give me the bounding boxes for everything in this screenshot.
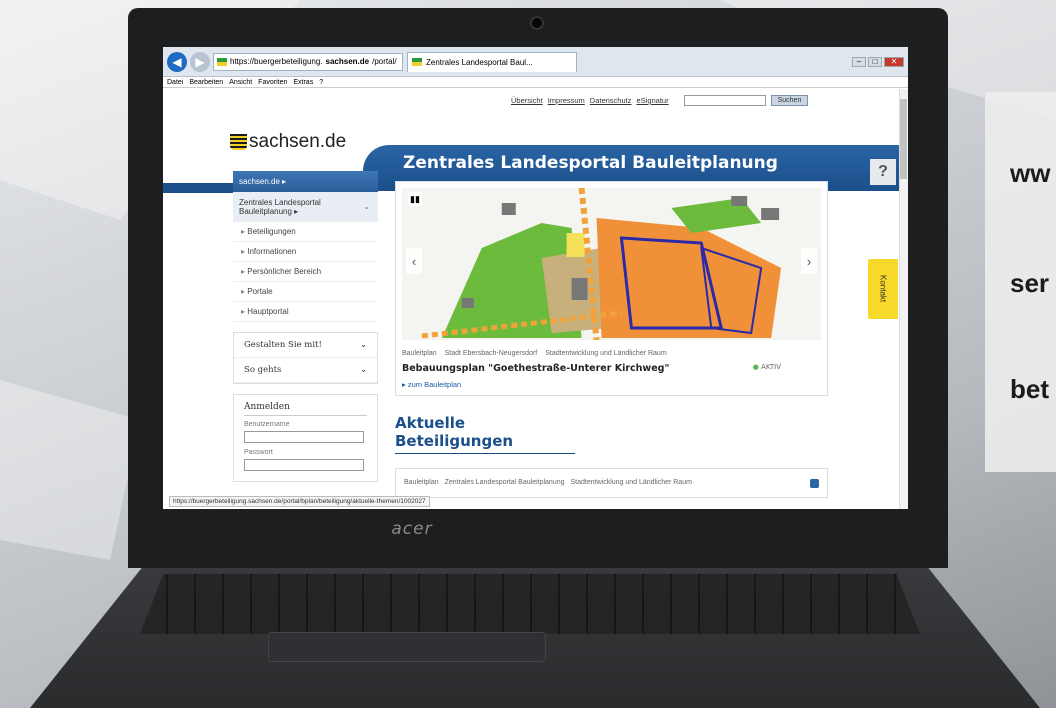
- site-header: sachsen.de Zentrales Landesportal Baulei…: [163, 111, 908, 193]
- status-badge: AKTIV: [753, 363, 781, 374]
- menu-file[interactable]: Datei: [167, 79, 183, 86]
- section-title: Aktuelle Beteiligungen: [395, 414, 575, 454]
- feature-meta: Bauleitplan Stadt Ebersbach-Neugersdorf …: [402, 350, 821, 357]
- url-prefix: https://buergerbeteiligung.: [230, 57, 323, 66]
- site-logo[interactable]: sachsen.de: [230, 131, 346, 153]
- menu-edit[interactable]: Bearbeiten: [189, 79, 223, 86]
- zum-bauleitplan-link[interactable]: zum Bauleitplan: [402, 380, 821, 389]
- feature-title[interactable]: Bebauungsplan "Goethestraße-Unterer Kirc…: [402, 363, 669, 374]
- touchpad: [268, 632, 546, 662]
- feature-title-row: Bebauungsplan "Goethestraße-Unterer Kirc…: [402, 363, 821, 374]
- chevron-down-icon: ⌄: [363, 202, 370, 211]
- screen: ◀ ▶ https://buergerbeteiligung. sachsen.d…: [163, 47, 908, 509]
- kontakt-tab[interactable]: Kontakt: [868, 259, 898, 319]
- card-meta-type: Bauleitplan: [404, 479, 439, 486]
- search-input[interactable]: [683, 95, 766, 106]
- help-button[interactable]: ?: [870, 159, 896, 185]
- webcam: [530, 16, 544, 30]
- menu-favorites[interactable]: Favoriten: [258, 79, 287, 86]
- sidebar-item-beteiligungen[interactable]: Beteiligungen: [233, 222, 378, 242]
- username-label: Benutzername: [244, 421, 290, 428]
- meta-city: Stadt Ebersbach-Neugersdorf: [444, 350, 538, 357]
- chevron-down-icon: ⌄: [359, 365, 367, 375]
- forward-button[interactable]: ▶: [190, 51, 210, 72]
- sidebar-item-hauptportal[interactable]: Hauptportal: [233, 302, 378, 322]
- close-icon[interactable]: ✕: [884, 56, 904, 67]
- card-meta-org: Zentrales Landesportal Bauleitplanung: [444, 479, 565, 486]
- browser-tabbar: ◀ ▶ https://buergerbeteiligung. sachsen.d…: [163, 47, 908, 77]
- window-controls: – □ ✕: [852, 56, 904, 67]
- username-field[interactable]: [244, 430, 364, 443]
- scrollbar[interactable]: [899, 89, 908, 509]
- prev-arrow-icon[interactable]: ‹: [406, 248, 422, 274]
- page-title: Zentrales Landesportal Bauleitplanung: [403, 153, 778, 173]
- browser-tab[interactable]: Zentrales Landesportal Baul...: [407, 51, 577, 72]
- keyboard: [140, 574, 920, 634]
- sidebar-sub-label: Zentrales Landesportal Bauleitplanung ▸: [239, 198, 321, 216]
- next-arrow-icon[interactable]: ›: [801, 248, 817, 274]
- sidebar-head[interactable]: sachsen.de ▸: [233, 171, 378, 192]
- accordion-so-gehts-label: So gehts: [244, 365, 282, 375]
- back-button[interactable]: ◀: [167, 51, 187, 72]
- link-esignatur[interactable]: eSignatur: [636, 96, 668, 105]
- meta-type: Bauleitplan: [402, 350, 437, 357]
- sidebar-item-persoenlicher-bereich[interactable]: Persönlicher Bereich: [233, 262, 378, 282]
- link-impressum[interactable]: Impressum: [548, 96, 585, 105]
- plan-map-image[interactable]: ▮▮ ‹ ›: [402, 188, 821, 340]
- web-page: Übersicht Impressum Datenschutz eSignatu…: [163, 89, 908, 509]
- login-box: Anmelden Benutzername Passwort: [233, 394, 378, 482]
- logo-text: sachsen.de: [249, 131, 347, 152]
- status-url: https://buergerbeteiligung.sachsen.de/po…: [169, 496, 430, 507]
- sidebar: sachsen.de ▸ Zentrales Landesportal Baul…: [233, 171, 378, 482]
- login-title: Anmelden: [244, 402, 367, 416]
- link-datenschutz[interactable]: Datenschutz: [590, 96, 632, 105]
- accordion-so-gehts[interactable]: So gehts ⌄: [234, 358, 377, 383]
- maximize-icon[interactable]: □: [868, 56, 882, 67]
- card-meta-topic: Stadtentwicklung und Ländlicher Raum: [570, 479, 692, 486]
- tab-title: Zentrales Landesportal Baul...: [426, 57, 533, 67]
- menu-help[interactable]: ?: [319, 79, 323, 86]
- sidebar-item-portale[interactable]: Portale: [233, 282, 378, 302]
- accordion-gestalten-label: Gestalten Sie mit!: [244, 340, 322, 350]
- menu-bar: Datei Bearbeiten Ansicht Favoriten Extra…: [163, 77, 908, 88]
- overlay-line-2: ser: [1010, 268, 1050, 298]
- tab-flag-icon: [412, 58, 422, 66]
- feature-slider: ▮▮ ‹ › Bauleitplan Stadt Ebersbach-Neuge…: [395, 181, 828, 396]
- sidebar-item-informationen[interactable]: Informationen: [233, 242, 378, 262]
- scroll-thumb[interactable]: [900, 99, 907, 179]
- main-content: ▮▮ ‹ › Bauleitplan Stadt Ebersbach-Neuge…: [395, 181, 828, 498]
- plan-map-drawing: [402, 188, 821, 340]
- search-button[interactable]: Suchen: [770, 95, 809, 106]
- password-label: Passwort: [244, 449, 273, 456]
- menu-extras[interactable]: Extras: [293, 79, 313, 86]
- sidebar-accordion: Gestalten Sie mit! ⌄ So gehts ⌄: [233, 332, 378, 384]
- meta-topic: Stadtentwicklung und Ländlicher Raum: [545, 350, 667, 357]
- menu-view[interactable]: Ansicht: [229, 79, 252, 86]
- overlay-line-3: bet: [1010, 374, 1049, 404]
- password-field[interactable]: [244, 458, 364, 471]
- participation-card[interactable]: Bauleitplan Zentrales Landesportal Baule…: [395, 468, 828, 498]
- accordion-gestalten[interactable]: Gestalten Sie mit! ⌄: [234, 333, 377, 358]
- saxony-coat-icon: [230, 134, 247, 150]
- laptop-brand: acer: [391, 519, 433, 539]
- rss-icon[interactable]: [810, 479, 819, 488]
- url-suffix: /portal/: [372, 57, 397, 66]
- link-uebersicht[interactable]: Übersicht: [511, 96, 543, 105]
- overlay-line-1: ww: [1010, 158, 1051, 188]
- chevron-down-icon: ⌄: [359, 340, 367, 350]
- sidebar-sub[interactable]: Zentrales Landesportal Bauleitplanung ▸ …: [233, 192, 378, 222]
- address-bar[interactable]: https://buergerbeteiligung. sachsen.de/po…: [213, 52, 403, 71]
- top-links: Übersicht Impressum Datenschutz eSignatu…: [511, 95, 809, 106]
- site-flag-icon: [217, 57, 227, 66]
- url-domain: sachsen.de: [325, 57, 370, 66]
- minimize-icon[interactable]: –: [852, 56, 866, 67]
- pause-icon[interactable]: ▮▮: [408, 192, 422, 206]
